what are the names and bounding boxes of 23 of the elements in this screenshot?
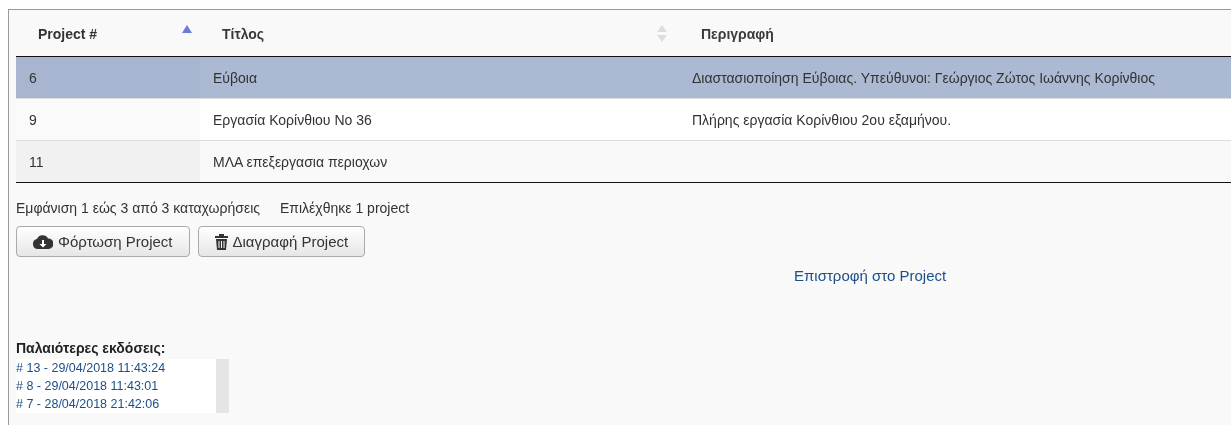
back-link[interactable]: Επιστροφή στο Project — [794, 267, 947, 284]
column-header: Περιγραφή — [679, 12, 1231, 57]
load-button[interactable]: Φόρτωση Project — [16, 226, 190, 257]
entries-info: Εμφάνιση 1 εώς 3 από 3 καταχωρήσεις — [16, 200, 260, 216]
version-link[interactable]: # 13 - 29/04/2018 11:43:24 — [16, 359, 216, 377]
table-cell: 6 — [16, 56, 200, 99]
table-cell: Εργασία Κορίνθιου Νο 36 — [200, 98, 679, 141]
column-header[interactable]: Project # — [16, 12, 200, 57]
versions-title: Παλαιότερες εκδόσεις: — [16, 340, 167, 356]
version-link[interactable]: # 8 - 29/04/2018 11:43:01 — [16, 377, 216, 395]
sort-ascending-icon[interactable] — [182, 25, 192, 33]
selection-info: Επιλέχθηκε 1 project — [280, 200, 410, 216]
cloud-download-icon — [33, 234, 53, 249]
table-cell: 11 — [16, 140, 200, 183]
column-header[interactable]: Τίτλος — [200, 12, 679, 57]
trash-icon — [214, 233, 228, 250]
table-cell: Πλήρης εργασία Κορίνθιου 2ου εξαμήνου. — [679, 98, 1231, 141]
table-cell: 9 — [16, 98, 200, 141]
table-cell: Εύβοια — [200, 56, 679, 99]
table-cell: Διαστασιοποίηση Εύβοιας. Υπεύθυνοι: Γεώργιος Ζώτος Ιωάννης Κορίνθιος — [679, 56, 1231, 99]
table-cell: ΜΛΑ επεξεργασια περιοχων — [200, 140, 679, 183]
version-link[interactable]: # 7 - 28/04/2018 21:42:06 — [16, 395, 216, 413]
delete-button[interactable]: Διαγραφή Project — [197, 226, 366, 257]
